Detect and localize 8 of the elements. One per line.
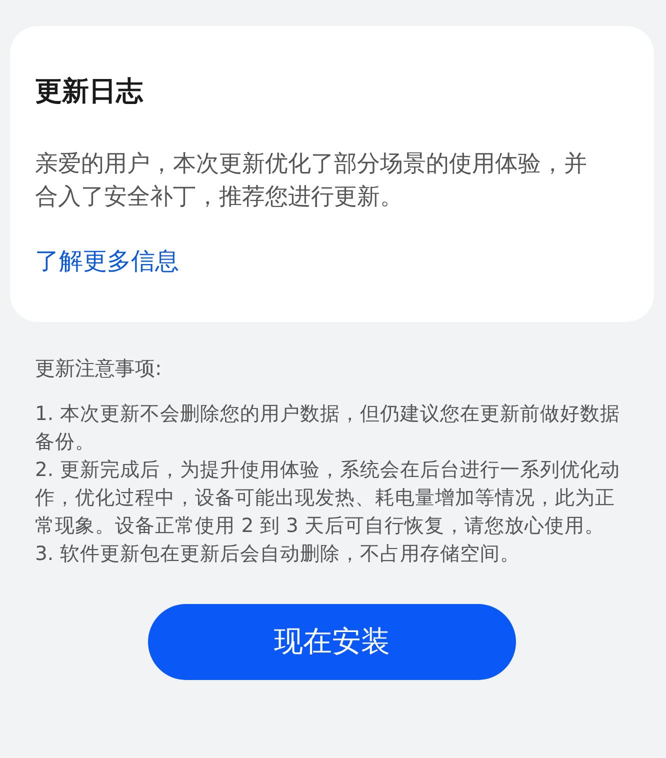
install-button[interactable]: 现在安装 bbox=[148, 604, 516, 680]
card-title: 更新日志 bbox=[35, 75, 144, 109]
learn-more-link[interactable]: 了解更多信息 bbox=[35, 244, 179, 278]
description-text: 亲爱的用户，本次更新优化了部分场景的使用体验，并合入了安全补丁，推荐您进行更新。 bbox=[35, 150, 588, 212]
note-item: 3. 软件更新包在更新后会自动删除，不占用存储空间。 bbox=[35, 541, 521, 567]
notes-heading: 更新注意事项: bbox=[35, 355, 163, 382]
note-item: 1. 本次更新不会删除您的用户数据，但仍建议您在更新前做好数据备份。 bbox=[35, 401, 621, 455]
note-item: 2. 更新完成后，为提升使用体验，系统会在后台进行一系列优化动作，优化过程中，设备可能出现发热、耗电量增加等情况，此为正常现象。设备正常使用 2 到 3 天后可自行恢复，请您放心使用。 bbox=[35, 457, 621, 539]
